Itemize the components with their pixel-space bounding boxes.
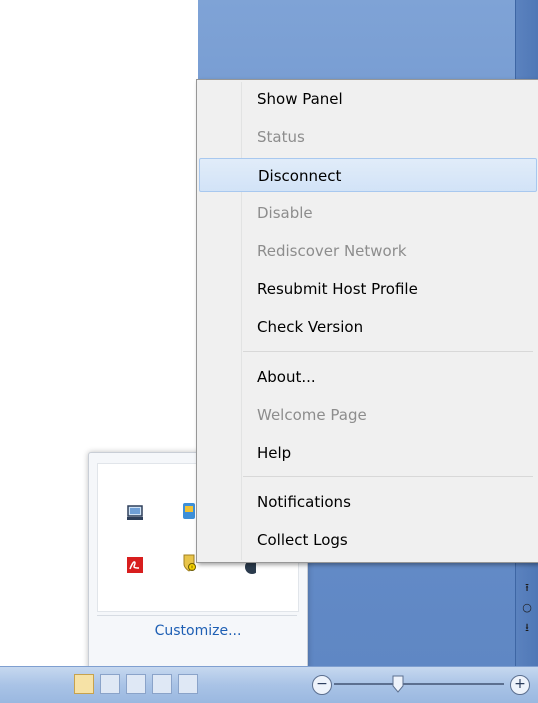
menu-item-disconnect[interactable]: Disconnect <box>199 158 537 192</box>
zoom-slider-thumb[interactable] <box>391 675 405 693</box>
menu-item-disable: Disable <box>199 196 537 230</box>
zoom-out-button[interactable]: − <box>312 675 332 695</box>
menu-item-label: Disable <box>257 204 313 222</box>
menu-item-label: About... <box>257 368 316 386</box>
menu-item-resubmit-host-profile[interactable]: Resubmit Host Profile <box>199 272 537 306</box>
menu-separator <box>243 351 533 352</box>
tray-context-menu: Show Panel Status Disconnect Disable Red… <box>196 79 538 563</box>
full-screen-button[interactable] <box>100 674 120 694</box>
menu-item-welcome-page: Welcome Page <box>199 398 537 432</box>
menu-item-label: Collect Logs <box>257 531 348 549</box>
menu-item-about[interactable]: About... <box>199 360 537 394</box>
shield-warning-icon[interactable]: ! <box>182 554 196 572</box>
menu-item-label: Help <box>257 444 292 462</box>
menu-item-label: Welcome Page <box>257 406 367 424</box>
menu-item-check-version[interactable]: Check Version <box>199 310 537 344</box>
menu-item-collect-logs[interactable]: Collect Logs <box>199 523 537 557</box>
web-layout-button[interactable] <box>126 674 146 694</box>
menu-item-label: Show Panel <box>257 90 343 108</box>
laptop-icon[interactable] <box>126 504 144 522</box>
zoom-in-button[interactable]: + <box>510 675 530 695</box>
scroll-up-icon[interactable]: ⭱ <box>518 578 536 598</box>
menu-item-rediscover-network: Rediscover Network <box>199 234 537 268</box>
scroll-circle-icon[interactable]: ○ <box>518 598 536 618</box>
scroll-arrows[interactable]: ⭱ ○ ⭳ <box>518 578 536 638</box>
menu-item-status: Status <box>199 120 537 154</box>
menu-item-label: Rediscover Network <box>257 242 407 260</box>
draft-button[interactable] <box>178 674 198 694</box>
flyout-divider <box>97 615 297 616</box>
menu-item-label: Resubmit Host Profile <box>257 280 418 298</box>
menu-item-label: Notifications <box>257 493 351 511</box>
print-layout-button[interactable] <box>74 674 94 694</box>
menu-item-label: Status <box>257 128 305 146</box>
scroll-down-icon[interactable]: ⭳ <box>518 618 536 638</box>
acrobat-icon[interactable] <box>126 556 144 574</box>
menu-item-label: Check Version <box>257 318 364 336</box>
svg-text:!: ! <box>191 566 193 572</box>
outline-button[interactable] <box>152 674 172 694</box>
menu-separator <box>243 476 533 477</box>
menu-item-notifications[interactable]: Notifications <box>199 485 537 519</box>
zoom-slider-track[interactable] <box>334 683 504 685</box>
status-bar: − + <box>0 666 538 703</box>
network-agent-icon[interactable] <box>182 502 196 520</box>
menu-item-help[interactable]: Help <box>199 436 537 470</box>
menu-item-label: Disconnect <box>258 167 342 185</box>
menu-item-show-panel[interactable]: Show Panel <box>199 82 537 116</box>
customize-link[interactable]: Customize... <box>89 623 307 639</box>
